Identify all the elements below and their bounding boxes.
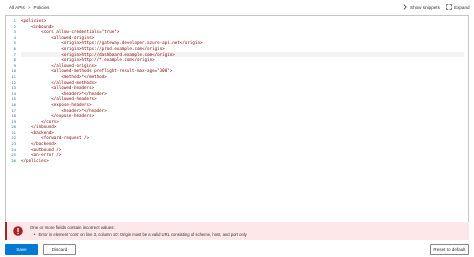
error-icon: [13, 226, 23, 236]
expand-icon: [446, 4, 452, 10]
discard-button[interactable]: Discard: [43, 244, 76, 255]
error-item: • Error in element 'cors' on line 3, col…: [34, 232, 247, 237]
error-message: Error in element 'cors' on line 3, colum…: [38, 232, 247, 237]
show-snippets-label: Show snippets: [410, 4, 440, 10]
expand-label: Expand: [454, 4, 470, 10]
line-number: 26: [11, 157, 16, 163]
breadcrumb-all-apis[interactable]: All APIs: [9, 5, 25, 10]
save-button[interactable]: Save: [5, 244, 38, 255]
chevron-right-icon: [403, 4, 407, 10]
code-line[interactable]: </policies>: [21, 158, 464, 164]
footer-actions: Save Discard Reset to default: [5, 244, 469, 257]
error-bullet: •: [34, 232, 36, 237]
error-title: One or more fields contain incorrect val…: [30, 225, 115, 230]
reset-to-default-button[interactable]: Reset to default: [430, 244, 469, 255]
expand-button[interactable]: Expand: [446, 4, 470, 10]
breadcrumb: All APIs > Policies: [9, 5, 49, 10]
breadcrumb-separator: >: [27, 5, 31, 10]
policy-code-editor[interactable]: 1 2 3 4 5 6 7 8 9 10 11 12 13 14 15 16 17 18 19 20 21 22 23 24 2…: [5, 15, 469, 223]
line-number-gutter: 1 2 3 4 5 6 7 8 9 10 11 12 13 14 15 16 17 18 19 20 21 22 23 24 2…: [6, 18, 18, 163]
validation-error-bar: One or more fields contain incorrect val…: [5, 222, 469, 240]
code-area[interactable]: <policies> <inbound> <cors allow-credent…: [21, 18, 464, 163]
breadcrumb-policies: Policies: [33, 5, 50, 10]
show-snippets-button[interactable]: Show snippets: [402, 4, 440, 10]
